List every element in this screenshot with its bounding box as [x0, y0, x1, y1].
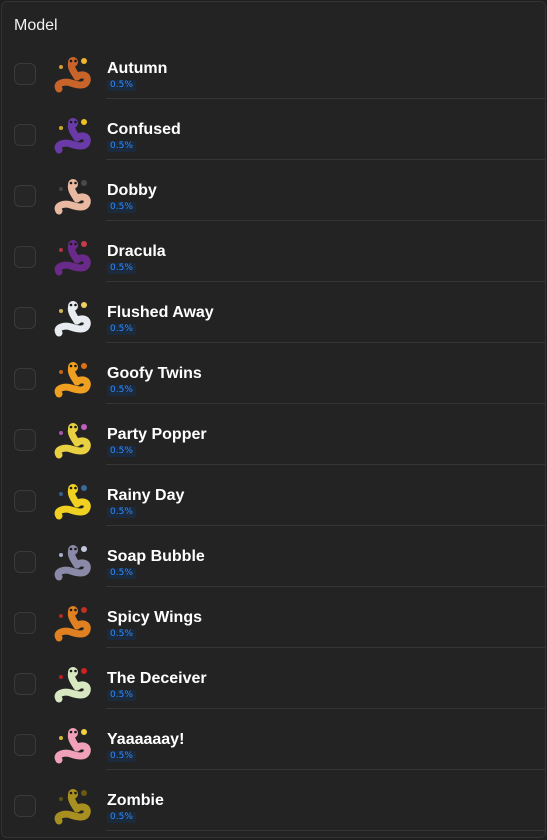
- drop-rate-badge: 0.5%: [107, 751, 136, 762]
- dracula-worm-icon: [51, 236, 95, 280]
- goofy-twins-worm-icon: [51, 358, 95, 402]
- drop-rate-badge: 0.5%: [107, 80, 136, 91]
- drop-rate-badge: 0.5%: [107, 507, 136, 518]
- autumn-worm-icon: [51, 53, 95, 97]
- select-checkbox[interactable]: [14, 63, 36, 85]
- select-checkbox[interactable]: [14, 490, 36, 512]
- zombie-worm-icon: [51, 785, 95, 829]
- model-name: Confused: [107, 121, 181, 138]
- model-name: Flushed Away: [107, 304, 214, 321]
- drop-rate-badge: 0.5%: [107, 202, 136, 213]
- model-name: Spicy Wings: [107, 609, 202, 626]
- section-title: Model: [14, 17, 58, 34]
- yaaaaaay-worm-icon: [51, 724, 95, 768]
- list-item[interactable]: Dobby 0.5%: [2, 160, 545, 221]
- list-item[interactable]: The Deceiver 0.5%: [2, 648, 545, 709]
- select-checkbox[interactable]: [14, 734, 36, 756]
- list-item[interactable]: Spicy Wings 0.5%: [2, 587, 545, 648]
- select-checkbox[interactable]: [14, 612, 36, 634]
- rainy-day-worm-icon: [51, 480, 95, 524]
- spicy-wings-worm-icon: [51, 602, 95, 646]
- party-popper-worm-icon: [51, 419, 95, 463]
- select-checkbox[interactable]: [14, 551, 36, 573]
- drop-rate-badge: 0.5%: [107, 324, 136, 335]
- model-name: Dobby: [107, 182, 157, 199]
- select-checkbox[interactable]: [14, 246, 36, 268]
- list-item[interactable]: Goofy Twins 0.5%: [2, 343, 545, 404]
- select-checkbox[interactable]: [14, 185, 36, 207]
- drop-rate-badge: 0.5%: [107, 263, 136, 274]
- list-item[interactable]: Soap Bubble 0.5%: [2, 526, 545, 587]
- list-item[interactable]: Yaaaaaay! 0.5%: [2, 709, 545, 770]
- select-checkbox[interactable]: [14, 429, 36, 451]
- dobby-worm-icon: [51, 175, 95, 219]
- list-item[interactable]: Autumn 0.5%: [2, 38, 545, 99]
- model-name: Party Popper: [107, 426, 207, 443]
- flushed-away-worm-icon: [51, 297, 95, 341]
- row-divider: [106, 830, 545, 831]
- soap-bubble-worm-icon: [51, 541, 95, 585]
- list-item[interactable]: Confused 0.5%: [2, 99, 545, 160]
- drop-rate-badge: 0.5%: [107, 568, 136, 579]
- list-item[interactable]: Flushed Away 0.5%: [2, 282, 545, 343]
- model-panel: Model Autumn 0.5% Confused 0.5% Dobby 0.5% Dra…: [1, 1, 546, 838]
- model-name: The Deceiver: [107, 670, 207, 687]
- select-checkbox[interactable]: [14, 124, 36, 146]
- list-item[interactable]: Rainy Day 0.5%: [2, 465, 545, 526]
- list-item[interactable]: Zombie 0.5%: [2, 770, 545, 831]
- select-checkbox[interactable]: [14, 307, 36, 329]
- select-checkbox[interactable]: [14, 795, 36, 817]
- model-name: Dracula: [107, 243, 166, 260]
- select-checkbox[interactable]: [14, 673, 36, 695]
- deceiver-worm-icon: [51, 663, 95, 707]
- model-name: Soap Bubble: [107, 548, 205, 565]
- confused-worm-icon: [51, 114, 95, 158]
- list-item[interactable]: Party Popper 0.5%: [2, 404, 545, 465]
- drop-rate-badge: 0.5%: [107, 446, 136, 457]
- drop-rate-badge: 0.5%: [107, 385, 136, 396]
- model-name: Goofy Twins: [107, 365, 202, 382]
- drop-rate-badge: 0.5%: [107, 812, 136, 823]
- select-checkbox[interactable]: [14, 368, 36, 390]
- drop-rate-badge: 0.5%: [107, 629, 136, 640]
- model-name: Autumn: [107, 60, 168, 77]
- drop-rate-badge: 0.5%: [107, 690, 136, 701]
- model-name: Rainy Day: [107, 487, 185, 504]
- model-list: Autumn 0.5% Confused 0.5% Dobby 0.5% Dracula 0.…: [2, 38, 545, 831]
- model-name: Zombie: [107, 792, 164, 809]
- model-name: Yaaaaaay!: [107, 731, 185, 748]
- drop-rate-badge: 0.5%: [107, 141, 136, 152]
- list-item[interactable]: Dracula 0.5%: [2, 221, 545, 282]
